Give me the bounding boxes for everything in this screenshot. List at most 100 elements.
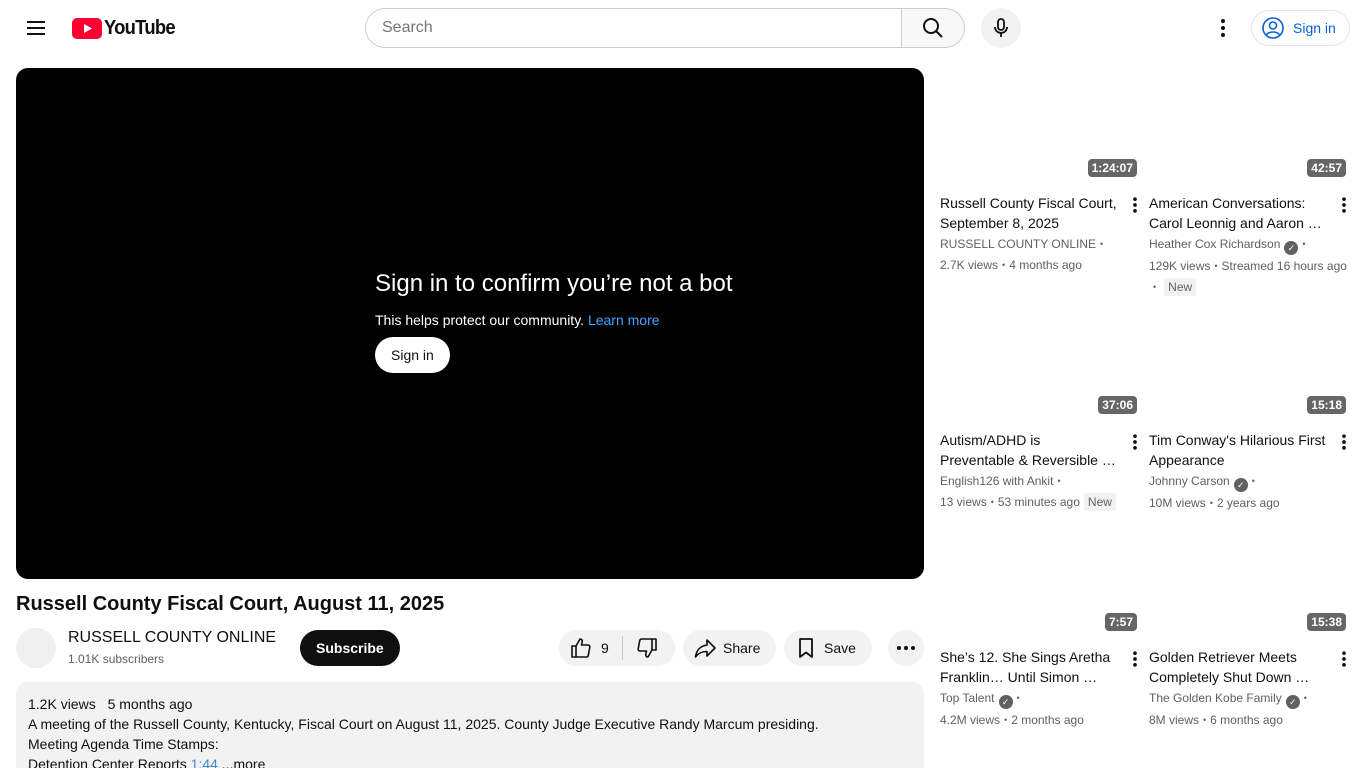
like-dislike-group: 9 — [559, 630, 675, 666]
view-count: 1.2K views — [28, 696, 96, 712]
recommendation-channel[interactable]: The Golden Kobe Family — [1149, 691, 1282, 705]
recommendation-age: 4 months ago — [1009, 258, 1082, 272]
voice-search-button[interactable] — [981, 8, 1021, 48]
recommendation-info: Tim Conway's Hilarious First Appearance … — [1149, 430, 1350, 513]
recommendation-card[interactable]: 37:06 Autism/ADHD is Preventable & Rever… — [940, 305, 1141, 512]
header-signin-button[interactable]: Sign in — [1251, 10, 1350, 46]
recommendation-channel-line: The Golden Kobe Family ✓ — [1149, 688, 1326, 709]
account-icon — [1262, 17, 1284, 39]
recommendation-menu-button[interactable] — [1123, 430, 1147, 454]
separator-dot — [1000, 713, 1011, 727]
horizontal-ellipsis-icon — [897, 646, 915, 650]
recommendation-title[interactable]: Autism/ADHD is Preventable & Reversible … — [940, 430, 1117, 470]
recommendation-card[interactable]: 15:38 Golden Retriever Meets Completely … — [1149, 522, 1350, 730]
recommendation-title[interactable]: Golden Retriever Meets Completely Shut D… — [1149, 647, 1326, 687]
share-button[interactable]: Share — [683, 630, 776, 666]
recommendation-channel-line: Top Talent ✓ — [940, 688, 1117, 709]
more-actions-button[interactable] — [888, 630, 924, 666]
recommendation-menu-button[interactable] — [1332, 193, 1356, 217]
dislike-button[interactable] — [623, 630, 659, 666]
recommendation-stats-line: 8M views 6 months ago — [1149, 710, 1326, 730]
search-input[interactable] — [382, 19, 902, 37]
player-signin-button[interactable]: Sign in — [375, 337, 450, 373]
channel-name[interactable]: RUSSELL COUNTY ONLINE — [68, 629, 276, 647]
masthead: YouTube Sign in — [0, 0, 1366, 56]
recommendation-thumbnail[interactable]: 7:57 — [940, 522, 1141, 635]
recommendation-title[interactable]: Russell County Fiscal Court, September 8… — [940, 193, 1117, 233]
vertical-ellipsis-icon — [1133, 197, 1137, 213]
video-player[interactable]: Sign in to confirm you’re not a bot This… — [16, 68, 924, 579]
recommendation-menu-button[interactable] — [1123, 193, 1147, 217]
recommendation-age: 6 months ago — [1210, 713, 1283, 727]
separator-dot — [1013, 691, 1024, 705]
recommendation-title[interactable]: Tim Conway's Hilarious First Appearance — [1149, 430, 1326, 470]
recommendation-views: 129K views — [1149, 259, 1211, 273]
recommendation-age: 53 minutes ago — [997, 495, 1080, 509]
recommendation-stats-line: 13 views 53 minutes agoNew — [940, 492, 1117, 512]
save-button[interactable]: Save — [784, 630, 872, 666]
subscriber-count: 1.01K subscribers — [68, 652, 165, 666]
recommendation-thumbnail[interactable]: 1:24:07 — [940, 68, 1141, 181]
recommendation-card[interactable]: 15:18 Tim Conway's Hilarious First Appea… — [1149, 305, 1350, 513]
learn-more-link[interactable]: Learn more — [588, 312, 660, 328]
recommendation-info: Golden Retriever Meets Completely Shut D… — [1149, 647, 1350, 730]
bot-check-title: Sign in to confirm you’re not a bot — [375, 270, 733, 297]
recommendation-info: Russell County Fiscal Court, September 8… — [940, 193, 1141, 275]
recommendation-card[interactable]: 42:57 American Conversations: Carol Leon… — [1149, 68, 1350, 297]
video-title: Russell County Fiscal Court, August 11, … — [16, 593, 445, 615]
separator-dot — [1149, 280, 1160, 294]
description-box[interactable]: 1.2K views 5 months ago A meeting of the… — [16, 682, 924, 768]
search-box — [365, 8, 902, 48]
separator-dot — [1206, 496, 1217, 510]
youtube-logo[interactable]: YouTube — [72, 17, 181, 39]
recommendation-stats-line: 129K views Streamed 16 hours ago — [1149, 256, 1347, 276]
like-button[interactable]: 9 — [559, 630, 622, 666]
recommendation-views: 2.7K views — [940, 258, 999, 272]
duration-badge: 42:57 — [1307, 159, 1346, 177]
subscribe-button[interactable]: Subscribe — [300, 630, 400, 666]
recommendation-stats-line: 4.2M views 2 months ago — [940, 710, 1117, 730]
vertical-ellipsis-icon — [1342, 434, 1346, 450]
recommendation-title[interactable]: She’s 12. She Sings Aretha Franklin… Unt… — [940, 647, 1117, 687]
recommendation-channel[interactable]: RUSSELL COUNTY ONLINE — [940, 237, 1096, 251]
description-line: Detention Center Reports 1:44 ...more — [28, 754, 912, 768]
upload-age: 5 months ago — [107, 696, 193, 712]
recommendation-thumbnail[interactable]: 15:38 — [1149, 522, 1350, 635]
show-more-link[interactable]: ...more — [222, 756, 266, 768]
search-icon — [923, 18, 943, 38]
search-button[interactable] — [901, 8, 965, 48]
recommendation-thumbnail[interactable]: 37:06 — [940, 305, 1141, 418]
channel-avatar[interactable] — [16, 628, 56, 668]
recommendation-thumbnail[interactable]: 15:18 — [1149, 305, 1350, 418]
description-line: A meeting of the Russell County, Kentuck… — [28, 716, 819, 732]
recommendation-menu-button[interactable] — [1332, 647, 1356, 671]
recommendation-channel[interactable]: Top Talent — [940, 691, 995, 705]
duration-badge: 37:06 — [1098, 396, 1137, 414]
recommendation-card[interactable]: 1:24:07 Russell County Fiscal Court, Sep… — [940, 68, 1141, 275]
recommendation-card[interactable]: 7:57 She’s 12. She Sings Aretha Franklin… — [940, 522, 1141, 730]
recommendation-channel[interactable]: Heather Cox Richardson — [1149, 237, 1280, 251]
recommendation-stats-line: 10M views 2 years ago — [1149, 493, 1326, 513]
thumbs-up-icon — [571, 638, 591, 658]
recommendation-views: 13 views — [940, 495, 987, 509]
recommendation-info: American Conversations: Carol Leonnig an… — [1149, 193, 1350, 297]
separator-dot — [1298, 237, 1309, 251]
logo-text: YouTube — [104, 16, 176, 39]
recommendation-channel[interactable]: English126 with Ankit — [940, 474, 1053, 488]
recommendation-menu-button[interactable] — [1332, 430, 1356, 454]
share-label: Share — [723, 640, 761, 656]
separator-dot — [998, 258, 1009, 272]
microphone-icon — [994, 18, 1008, 37]
recommendation-channel[interactable]: Johnny Carson — [1149, 474, 1230, 488]
recommendation-stats-line: 2.7K views 4 months ago — [940, 255, 1117, 275]
menu-button[interactable] — [16, 8, 56, 48]
timestamp-link[interactable]: 1:44 — [191, 756, 218, 768]
settings-more-button[interactable] — [1203, 8, 1243, 48]
recommendation-title[interactable]: American Conversations: Carol Leonnig an… — [1149, 193, 1326, 233]
recommendation-thumbnail[interactable]: 42:57 — [1149, 68, 1350, 181]
separator-dot — [1300, 691, 1311, 705]
duration-badge: 1:24:07 — [1087, 159, 1137, 177]
recommendation-info: She’s 12. She Sings Aretha Franklin… Unt… — [940, 647, 1141, 730]
recommendation-menu-button[interactable] — [1123, 647, 1147, 671]
description-stats: 1.2K views 5 months ago — [28, 694, 912, 714]
